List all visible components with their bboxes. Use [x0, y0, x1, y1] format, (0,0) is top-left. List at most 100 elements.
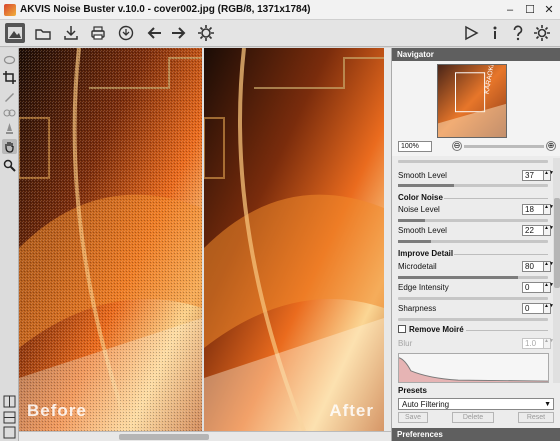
color-smooth-level-field[interactable]: 22	[522, 225, 544, 236]
microdetail-label: Microdetail	[398, 262, 437, 271]
app-logo-icon	[4, 4, 16, 16]
toolbar	[0, 20, 560, 47]
print-icon[interactable]	[88, 23, 108, 43]
divider	[444, 198, 548, 199]
remove-moire-title: Remove Moiré	[409, 325, 464, 334]
hand-icon[interactable]	[2, 139, 17, 154]
smooth-level-label: Smooth Level	[398, 171, 447, 180]
before-label: Before	[27, 401, 87, 420]
panel-scroll-thumb[interactable]	[554, 198, 560, 288]
back-icon[interactable]	[145, 23, 165, 43]
preset-select[interactable]: Auto Filtering ▼	[398, 398, 554, 410]
lasso-icon[interactable]	[2, 54, 17, 69]
single-view-icon[interactable]	[2, 425, 17, 440]
blur-row: Blur 1.0 ▲▼	[398, 338, 553, 350]
stamp-icon[interactable]	[2, 121, 17, 136]
smooth-level-spinner[interactable]: ▲▼	[544, 170, 553, 181]
remove-moire-row[interactable]: Remove Moiré	[398, 325, 464, 334]
preferences-title: Preferences	[397, 430, 443, 439]
sharpness-slider[interactable]	[398, 318, 548, 321]
navigator: KARAOKE 100% ⊖ ⊕	[392, 61, 560, 156]
window-title: AKVIS Noise Buster v.10.0 - cover002.jpg…	[20, 4, 311, 15]
share-icon[interactable]	[116, 23, 136, 43]
edge-intensity-label: Edge Intensity	[398, 283, 449, 292]
microdetail-field[interactable]: 80	[522, 261, 544, 272]
gear-icon[interactable]	[196, 23, 216, 43]
color-smooth-level-label: Smooth Level	[398, 226, 447, 235]
preferences-header[interactable]: Preferences	[392, 428, 560, 441]
color-smooth-level-row: Smooth Level 22 ▲▼	[398, 225, 553, 237]
tools-sidebar	[0, 48, 19, 441]
remove-moire-checkbox[interactable]	[398, 325, 406, 333]
blur-spinner[interactable]: ▲▼	[544, 338, 553, 349]
blur-field[interactable]: 1.0	[522, 338, 544, 349]
blur-label: Blur	[398, 339, 413, 348]
canvas-horizontal-scrollbar[interactable]	[19, 431, 391, 441]
save-preset-button[interactable]: Save	[398, 412, 428, 423]
microdetail-slider[interactable]	[398, 276, 548, 279]
minimize-button[interactable]: –	[502, 2, 518, 18]
canvas-vertical-scrollbar[interactable]	[384, 48, 391, 431]
after-image[interactable]: After	[204, 48, 384, 431]
image-icon[interactable]	[5, 23, 25, 43]
sharpness-row: Sharpness 0 ▲▼	[398, 303, 553, 315]
sharpness-field[interactable]: 0	[522, 303, 544, 314]
split-view-icon[interactable]	[2, 394, 17, 409]
sharpness-label: Sharpness	[398, 304, 437, 313]
crop-icon[interactable]	[2, 70, 17, 85]
presets-title: Presets	[398, 386, 427, 395]
help-icon[interactable]	[508, 23, 528, 43]
color-smooth-level-spinner[interactable]: ▲▼	[544, 225, 553, 236]
chevron-down-icon[interactable]: ▼	[544, 399, 551, 410]
settings-scroll-area: Smooth Level 37 ▲▼ Color Noise Noise Lev…	[392, 158, 553, 383]
noise-level-field[interactable]: 18	[522, 204, 544, 215]
compare-view-icon[interactable]	[2, 410, 17, 425]
edge-intensity-row: Edge Intensity 0 ▲▼	[398, 282, 553, 294]
eraser-icon[interactable]	[2, 105, 17, 120]
navigator-header[interactable]: Navigator	[392, 48, 560, 61]
save-icon[interactable]	[61, 23, 81, 43]
improve-detail-title: Improve Detail	[398, 249, 454, 258]
divider	[466, 330, 548, 331]
pencil-icon[interactable]	[2, 89, 17, 104]
scroll-thumb[interactable]	[119, 434, 209, 440]
edge-intensity-spinner[interactable]: ▲▼	[544, 282, 553, 293]
smooth-level-field[interactable]: 37	[522, 170, 544, 181]
panel-scrollbar[interactable]	[553, 158, 560, 383]
open-icon[interactable]	[33, 23, 53, 43]
navigator-title: Navigator	[397, 50, 434, 59]
preset-selected-value: Auto Filtering	[402, 400, 450, 409]
zoom-slider[interactable]	[464, 145, 544, 148]
zoom-select[interactable]: 100%	[398, 141, 432, 152]
maximize-button[interactable]: ☐	[522, 2, 538, 18]
noise-level-row: Noise Level 18 ▲▼	[398, 204, 553, 216]
divider	[454, 254, 548, 255]
after-label: After	[329, 401, 374, 420]
zoom-in-button[interactable]: ⊕	[546, 141, 556, 151]
slider[interactable]	[398, 160, 548, 163]
settings-panel: Navigator KARAOKE 100% ⊖ ⊕ Smooth Level …	[391, 48, 560, 441]
forward-icon[interactable]	[168, 23, 188, 43]
before-image[interactable]: Before	[19, 48, 202, 431]
delete-preset-button[interactable]: Delete	[452, 412, 494, 423]
zoom-out-button[interactable]: ⊖	[452, 141, 462, 151]
noise-curve-graph	[398, 353, 549, 383]
noise-level-label: Noise Level	[398, 205, 440, 214]
play-icon[interactable]	[461, 23, 481, 43]
noise-level-slider[interactable]	[398, 219, 548, 222]
navigator-thumbnail[interactable]: KARAOKE	[437, 64, 507, 138]
close-button[interactable]: ✕	[541, 2, 557, 18]
noise-level-spinner[interactable]: ▲▼	[544, 204, 553, 215]
settings-icon[interactable]	[532, 23, 552, 43]
info-icon[interactable]	[485, 23, 505, 43]
microdetail-spinner[interactable]: ▲▼	[544, 261, 553, 272]
color-smooth-level-slider[interactable]	[398, 240, 548, 243]
title-bar: AKVIS Noise Buster v.10.0 - cover002.jpg…	[0, 0, 560, 20]
sharpness-spinner[interactable]: ▲▼	[544, 303, 553, 314]
edge-intensity-field[interactable]: 0	[522, 282, 544, 293]
image-canvas[interactable]: Before After	[19, 48, 391, 441]
smooth-level-slider[interactable]	[398, 184, 548, 187]
reset-preset-button[interactable]: Reset	[518, 412, 554, 423]
zoom-icon[interactable]	[2, 158, 17, 173]
edge-intensity-slider[interactable]	[398, 297, 548, 300]
